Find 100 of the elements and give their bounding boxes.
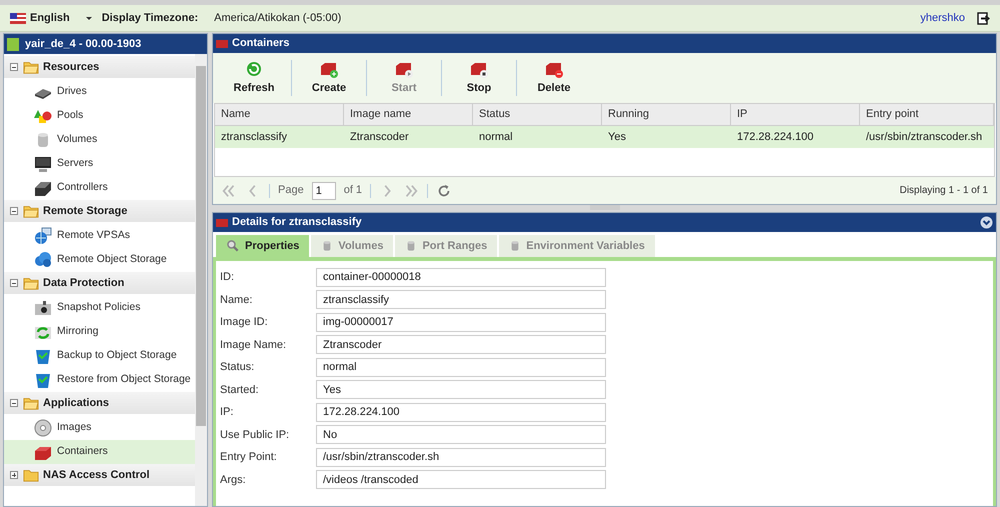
table-row[interactable]: ztransclassify Ztranscoder normal Yes 172.28.224.100 /usr/sbin/ztranscoder.sh [215, 126, 994, 148]
container-icon [216, 40, 228, 48]
cylinder-icon [321, 240, 334, 252]
paging-info: Displaying 1 - 1 of 1 [900, 184, 988, 198]
tree-item[interactable]: Restore from Object Storage [4, 368, 195, 392]
tree-item[interactable]: Pools [4, 104, 195, 128]
bucket-icon [34, 347, 52, 365]
table-cell-text: Ztranscoder [349, 130, 410, 145]
panel-title: yair_de_4 - 00.00-1903 [25, 36, 142, 52]
tree-group[interactable]: Resources [4, 56, 195, 78]
dropdown-icon[interactable] [86, 16, 92, 20]
splitter-handle[interactable] [590, 205, 620, 210]
column-header[interactable]: IP [731, 104, 860, 125]
tree-item[interactable]: Servers [4, 152, 195, 176]
tree-item[interactable]: Controllers [4, 176, 195, 200]
collapse-icon[interactable] [10, 63, 18, 71]
panel-title: Details for ztransclassify [232, 215, 362, 230]
folder-icon [23, 59, 39, 75]
tree-item[interactable]: Drives [4, 80, 195, 104]
text-field[interactable]: /videos /transcoded [316, 470, 606, 490]
table-cell-text: 172.28.224.100 [736, 130, 814, 145]
tree-item[interactable]: Mirroring [4, 320, 195, 344]
text-field[interactable]: ztransclassify [316, 290, 606, 310]
container-icon [216, 218, 228, 226]
tree-group[interactable]: Applications [4, 392, 195, 414]
disc-icon [34, 419, 52, 437]
camera-icon [34, 299, 52, 317]
folder-icon [23, 395, 39, 411]
table-cell-text: Yes [607, 130, 627, 145]
tree-group[interactable]: NAS Access Control [4, 464, 195, 486]
page-field[interactable]: 1 [312, 182, 336, 200]
text-field[interactable]: Yes [316, 380, 606, 400]
scrollbar[interactable] [195, 54, 207, 506]
table-cell-text: /usr/sbin/ztranscoder.sh [865, 130, 984, 145]
text-field[interactable]: /usr/sbin/ztranscoder.sh [316, 448, 606, 467]
collapse-icon[interactable] [10, 399, 18, 407]
collapse-icon[interactable] [10, 279, 18, 287]
field-label: Image ID: [220, 315, 269, 330]
field-label: Started: [220, 382, 260, 398]
toolbar-button[interactable]: Create [292, 56, 366, 100]
text-field[interactable]: Ztranscoder [316, 335, 606, 354]
user-link[interactable]: yhershko [920, 10, 965, 26]
refresh-icon [436, 182, 452, 198]
cylinder-icon [509, 240, 522, 252]
tree-item[interactable]: Remote Object Storage [4, 248, 195, 272]
table-cell-text: normal [478, 130, 514, 145]
text-field[interactable]: container-00000018 [316, 268, 606, 287]
column-header[interactable]: Status [473, 104, 602, 125]
tree-item[interactable]: Images [4, 416, 195, 440]
toolbar-button[interactable]: Refresh [217, 56, 291, 100]
toolbar-button[interactable]: Stop [442, 56, 516, 100]
collapse-icon[interactable] [980, 216, 993, 229]
system-icon [7, 38, 19, 50]
collapse-icon[interactable] [10, 207, 18, 215]
timezone-label: Display Timezone: [102, 10, 198, 26]
globe-icon [34, 227, 52, 245]
bucket-icon [34, 371, 52, 389]
field-label: Image Name: [220, 338, 288, 352]
tree-item[interactable]: Backup to Object Storage [4, 344, 195, 368]
flag-icon [10, 12, 26, 24]
tree-item[interactable]: Volumes [4, 128, 195, 152]
field-label: IP: [220, 405, 234, 420]
text-field[interactable]: img-00000017 [316, 312, 606, 332]
tree-item[interactable]: Remote VPSAs [4, 224, 195, 248]
table-cell-text: ztransclassify [220, 130, 288, 145]
cylinder-icon [405, 240, 418, 252]
timezone-value: America/Atikokan (-05:00) [214, 10, 342, 26]
text-field[interactable]: normal [316, 358, 606, 377]
toolbar-button[interactable]: Delete [517, 56, 591, 100]
field-label: Entry Point: [220, 450, 278, 465]
column-header[interactable]: Image name [344, 104, 473, 125]
column-header[interactable]: Name [215, 104, 344, 125]
field-label: Status: [220, 360, 256, 375]
field-label: Args: [220, 472, 247, 488]
tree-item[interactable]: Snapshot Policies [4, 296, 195, 320]
magnifier-icon [226, 239, 240, 253]
tree-item[interactable]: Containers [4, 440, 195, 464]
folder-icon [23, 203, 39, 219]
column-header[interactable]: Entry point [860, 104, 994, 125]
field-label: ID: [220, 270, 236, 285]
page-count: of 1 [344, 183, 362, 198]
column-header[interactable]: Running [602, 104, 731, 125]
tree-group[interactable]: Data Protection [4, 272, 195, 294]
folder-icon [23, 275, 39, 291]
device-icon [34, 179, 52, 197]
first-page-icon [221, 182, 237, 198]
text-field[interactable]: No [316, 425, 606, 444]
panel-title: Containers [232, 36, 290, 52]
scrollbar-thumb[interactable] [196, 66, 206, 426]
tree-group[interactable]: Remote Storage [4, 200, 195, 222]
logout-icon[interactable] [977, 12, 990, 24]
page-label: Page [278, 183, 304, 198]
field-label: Name: [220, 292, 254, 308]
text-field[interactable]: 172.28.224.100 [316, 402, 606, 422]
cloud-icon [34, 251, 52, 269]
folder-icon [23, 467, 39, 483]
expand-icon[interactable] [10, 471, 18, 479]
tab[interactable]: Properties [216, 235, 310, 257]
last-page-icon [403, 182, 420, 198]
language-selector[interactable]: English [30, 10, 70, 26]
